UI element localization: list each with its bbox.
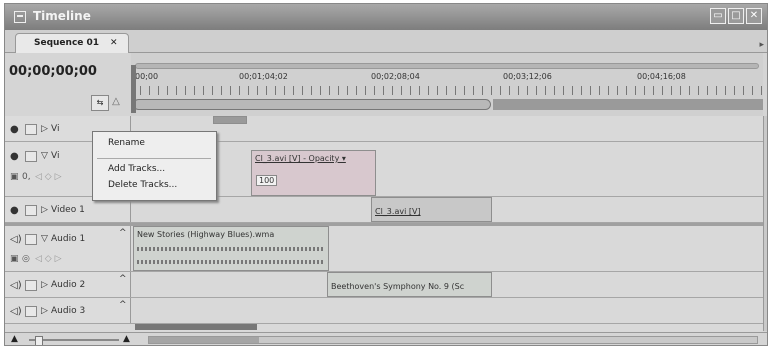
clip-label: Beethoven's Symphony No. 9 (Sc [331, 282, 465, 291]
current-timecode[interactable]: 00;00;00;00 [9, 64, 97, 79]
lock-toggle[interactable] [25, 151, 37, 162]
speaker-icon[interactable]: ◁) [10, 280, 22, 291]
maximize-button[interactable]: □ [728, 8, 744, 24]
track-audio-1: ◁) ▽ Audio 1 ^ ▣ ◎ ◁ ◇ ▷ New Stories (Hi… [5, 226, 763, 272]
playhead-indicator[interactable] [131, 65, 136, 113]
menu-separator [97, 158, 211, 159]
clip-video-1[interactable]: Cl_3.avi [V] [371, 197, 492, 222]
track-name: Audio 1 [51, 234, 86, 244]
clip-label: New Stories (Highway Blues).wma [137, 230, 275, 239]
track-context-menu: Rename Add Tracks... Delete Tracks... [92, 131, 217, 201]
track-header: ◁) ▷ Audio 2 ^ [5, 272, 131, 297]
bottom-bar: ▲ ▲ [5, 332, 767, 345]
track-expand-icon[interactable]: ▷ [41, 306, 48, 316]
track-name: Audio 2 [51, 280, 86, 290]
vertical-scrollbar[interactable] [763, 116, 767, 331]
window-title: Timeline [33, 9, 91, 23]
waveform [137, 247, 323, 251]
track-expand-icon[interactable]: ▷ [41, 205, 48, 215]
title-bar[interactable]: Timeline ▭ □ ✕ [5, 4, 767, 30]
menu-item-delete-tracks[interactable]: Delete Tracks... [108, 180, 177, 190]
track-sub-label: 0, [22, 172, 31, 182]
snap-icon[interactable]: ⇆ [91, 95, 109, 111]
tab-label: Sequence 01 [34, 38, 100, 48]
panel-menu-icon[interactable] [14, 11, 26, 23]
track-header: ◁) ▷ Audio 3 ^ [5, 298, 131, 323]
zoom-in-icon[interactable]: ▲ [123, 334, 130, 344]
track-expand-icon[interactable]: ▷ [41, 280, 48, 290]
minimize-button[interactable]: ▭ [710, 8, 726, 24]
lock-toggle[interactable] [25, 205, 37, 216]
track-collapse-icon[interactable]: ▽ [41, 151, 48, 161]
time-ruler[interactable]: 00;00 00;01;04;02 00;02;08;04 00;03;12;0… [131, 53, 763, 116]
track-master-strip [5, 324, 763, 332]
ruler-label: 00;02;08;04 [371, 72, 420, 81]
track-collapse-marker: ^ [119, 274, 127, 284]
ruler-ticks [131, 86, 763, 95]
track-collapse-marker: ^ [119, 300, 127, 310]
track-audio-2: ◁) ▷ Audio 2 ^ Beethoven's Symphony No. … [5, 272, 763, 298]
track-name: Audio 3 [51, 306, 86, 316]
zoom-out-icon[interactable]: ▲ [11, 334, 18, 344]
menu-item-add-tracks[interactable]: Add Tracks... [108, 164, 165, 174]
horizontal-scrollbar[interactable] [148, 336, 758, 344]
eye-icon[interactable]: ● [10, 205, 19, 216]
work-area-remainder [493, 99, 763, 110]
lock-toggle[interactable] [25, 234, 37, 245]
timeline-window: Timeline ▭ □ ✕ Sequence 01 ✕ ▸ 00;00;00;… [4, 3, 768, 346]
tab-close-icon[interactable]: ✕ [110, 34, 118, 52]
track-header: ◁) ▽ Audio 1 ^ ▣ ◎ ◁ ◇ ▷ [5, 226, 131, 271]
waveform [137, 260, 323, 264]
track-collapse-marker: ^ [119, 228, 127, 238]
display-style-icon[interactable]: ▣ [10, 172, 19, 182]
lock-toggle[interactable] [25, 280, 37, 291]
menu-item-rename[interactable]: Rename [108, 138, 145, 148]
clip-audio-2[interactable]: Beethoven's Symphony No. 9 (Sc [327, 272, 492, 297]
display-style-icon[interactable]: ▣ [10, 254, 19, 264]
clip[interactable] [213, 116, 247, 124]
speaker-icon[interactable]: ◁) [10, 306, 22, 317]
ruler-label: 00;04;16;08 [637, 72, 686, 81]
speaker-icon[interactable]: ◁) [10, 234, 22, 245]
track-name: Vi [51, 124, 60, 134]
track-name: Video 1 [51, 205, 85, 215]
eye-icon[interactable]: ● [10, 124, 19, 135]
ruler-label: 00;01;04;02 [239, 72, 288, 81]
tab-bar: Sequence 01 ✕ ▸ [5, 30, 767, 53]
track-collapse-icon[interactable]: ▽ [41, 234, 48, 244]
track-name: Vi [51, 151, 60, 161]
clip-label: Cl_3.avi [V] - Opacity ▾ [255, 154, 346, 163]
clip-label: Cl_3.avi [V] [375, 207, 421, 216]
eye-icon[interactable]: ● [10, 151, 19, 162]
opacity-value[interactable]: 100 [256, 175, 278, 186]
close-button[interactable]: ✕ [746, 8, 762, 24]
lock-toggle[interactable] [25, 124, 37, 135]
zoom-slider-thumb[interactable] [35, 336, 43, 345]
keyframe-nav-icon[interactable]: ◁ ◇ ▷ [35, 172, 62, 182]
clip[interactable] [135, 324, 257, 330]
keyframe-toggle-icon[interactable]: ◎ [22, 254, 30, 264]
track-audio-3: ◁) ▷ Audio 3 ^ [5, 298, 763, 324]
work-area-bar[interactable] [133, 99, 491, 110]
keyframe-nav-icon[interactable]: ◁ ◇ ▷ [35, 254, 62, 264]
lock-toggle[interactable] [25, 306, 37, 317]
timeline-header: 00;00;00;00 ⇆ △ [5, 53, 131, 116]
viewing-area-bar[interactable] [135, 63, 759, 69]
scrollbar-thumb[interactable] [149, 337, 259, 343]
clip-audio-1[interactable]: New Stories (Highway Blues).wma [133, 226, 329, 271]
tab-scroll-right-icon[interactable]: ▸ [759, 40, 764, 50]
ruler-label: 00;03;12;06 [503, 72, 552, 81]
ruler-label: 00;00 [135, 72, 159, 81]
marker-icon[interactable]: △ [111, 95, 121, 109]
track-expand-icon[interactable]: ▷ [41, 124, 48, 134]
clip-video-2[interactable]: Cl_3.avi [V] - Opacity ▾ 100 [251, 150, 376, 196]
tab-sequence-01[interactable]: Sequence 01 ✕ [15, 33, 129, 53]
